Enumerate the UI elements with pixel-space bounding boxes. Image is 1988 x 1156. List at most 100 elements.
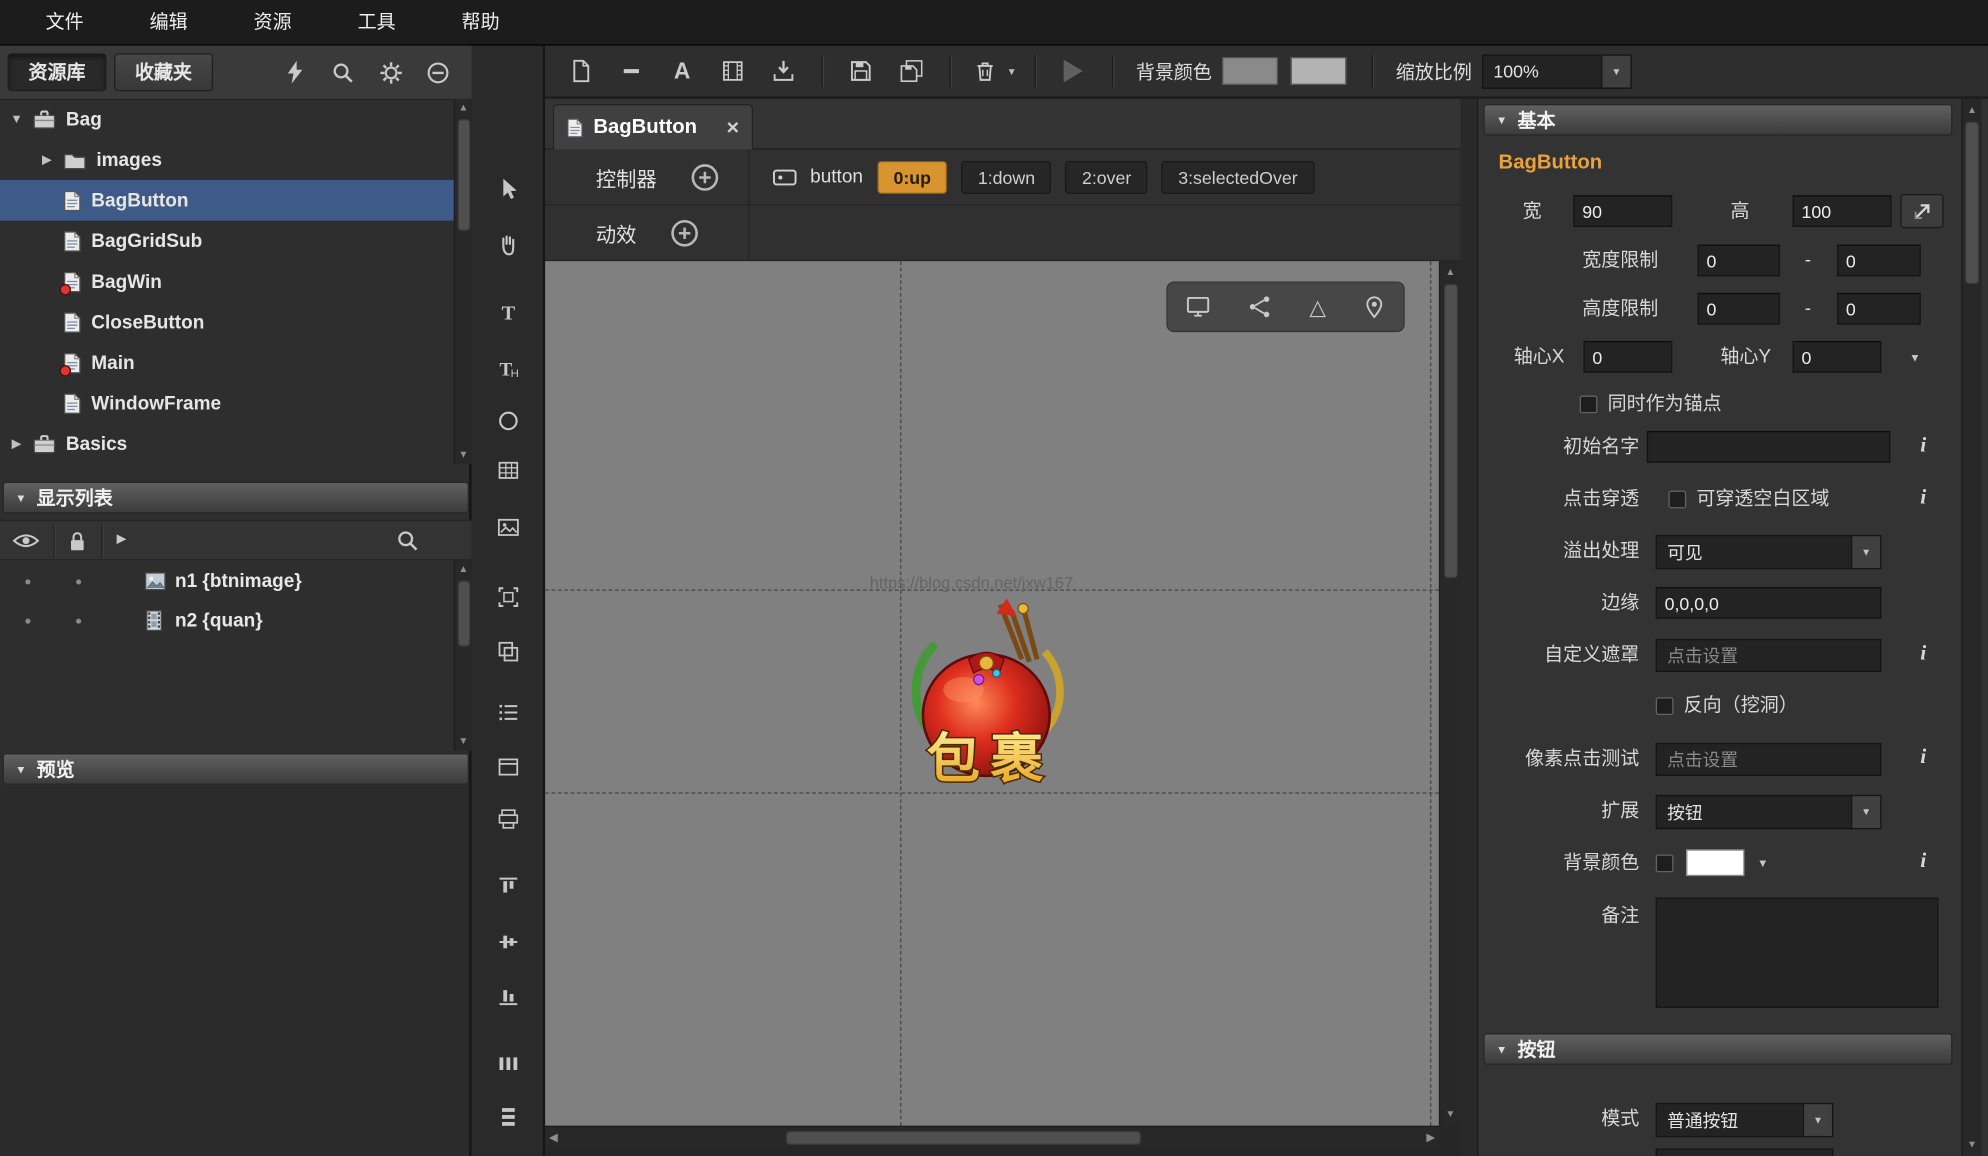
tab-favorites[interactable]: 收藏夹 bbox=[114, 53, 213, 91]
tree-item-bag[interactable]: ▼ Bag bbox=[0, 99, 454, 140]
display-list-header[interactable]: ▼ 显示列表 bbox=[3, 482, 470, 514]
save-all-icon[interactable] bbox=[886, 49, 937, 92]
height-input[interactable] bbox=[1793, 195, 1892, 227]
search-icon[interactable] bbox=[396, 529, 420, 553]
anchor-checkbox[interactable] bbox=[1580, 396, 1598, 414]
tree-item-basics[interactable]: ▶ Basics bbox=[0, 423, 454, 464]
tree-item-bagwin[interactable]: BagWin bbox=[0, 261, 454, 302]
align-bottom-icon[interactable] bbox=[484, 972, 532, 1020]
lock-dot[interactable] bbox=[76, 579, 81, 584]
scrollbar-thumb[interactable] bbox=[458, 119, 471, 231]
scroll-down-arrow[interactable]: ▼ bbox=[1963, 1136, 1982, 1154]
pixel-hit-button[interactable]: 点击设置 bbox=[1656, 743, 1882, 776]
controller-name[interactable]: button bbox=[810, 166, 863, 188]
scroll-right-arrow[interactable]: ▶ bbox=[1426, 1131, 1435, 1145]
play-small-icon[interactable]: ▶ bbox=[117, 532, 127, 546]
scroll-left-arrow[interactable]: ◀ bbox=[549, 1131, 558, 1145]
menu-file[interactable]: 文件 bbox=[13, 0, 117, 45]
nodes-icon[interactable] bbox=[1248, 294, 1273, 319]
grid-tool-icon[interactable] bbox=[484, 446, 532, 494]
section-button-header[interactable]: ▼ 按钮 bbox=[1483, 1033, 1952, 1065]
text-icon[interactable]: A bbox=[657, 49, 708, 92]
scroll-up-arrow[interactable]: ▲ bbox=[1440, 264, 1460, 282]
hand-tool-icon[interactable] bbox=[484, 221, 532, 269]
distribute-vertical-icon[interactable] bbox=[484, 1093, 532, 1141]
width-limit-min-input[interactable] bbox=[1698, 245, 1780, 277]
overflow-select[interactable]: 可见 ▼ bbox=[1656, 535, 1882, 569]
gear-icon[interactable] bbox=[374, 56, 407, 89]
minus-circle-icon[interactable] bbox=[421, 56, 454, 89]
bag-sprite[interactable]: 包裹 bbox=[900, 596, 1081, 793]
pointer-tool-icon[interactable] bbox=[484, 165, 532, 213]
display-list-item-n2[interactable]: n2 {quan} bbox=[0, 601, 454, 640]
loader-tool-icon[interactable] bbox=[484, 573, 532, 621]
eye-icon[interactable] bbox=[13, 531, 40, 550]
margin-input[interactable] bbox=[1656, 587, 1882, 619]
tree-item-bagbutton[interactable]: BagButton bbox=[0, 180, 454, 221]
menu-resource[interactable]: 资源 bbox=[221, 0, 325, 45]
lock-icon[interactable] bbox=[68, 530, 86, 552]
mode-select[interactable]: 普通按钮 ▼ bbox=[1656, 1103, 1833, 1137]
movieclip-icon[interactable] bbox=[707, 49, 758, 92]
state-over[interactable]: 2:over bbox=[1066, 160, 1148, 193]
scroll-down-arrow[interactable]: ▼ bbox=[455, 733, 471, 751]
text-tool-icon[interactable]: T bbox=[484, 289, 532, 337]
component-name-link[interactable]: BagButton bbox=[1499, 152, 1603, 175]
menu-help[interactable]: 帮助 bbox=[429, 0, 533, 45]
tree-item-windowframe[interactable]: WindowFrame bbox=[0, 383, 454, 424]
initial-name-input[interactable] bbox=[1647, 431, 1890, 463]
scrollbar-thumb[interactable] bbox=[786, 1131, 1141, 1145]
menu-tools[interactable]: 工具 bbox=[325, 0, 429, 45]
canvas[interactable]: △ https://blog.csdn.net/jxw167 bbox=[545, 261, 1439, 1126]
display-list-item-n1[interactable]: n1 {btnimage} bbox=[0, 562, 454, 601]
section-basic-header[interactable]: ▼ 基本 bbox=[1483, 104, 1952, 136]
display-icon[interactable] bbox=[1186, 295, 1211, 318]
list-tool-icon[interactable] bbox=[484, 688, 532, 736]
canvas-color-swatch[interactable] bbox=[1222, 57, 1278, 85]
align-top-icon[interactable] bbox=[484, 862, 532, 910]
chevron-right-icon[interactable]: ▶ bbox=[38, 153, 56, 167]
import-icon[interactable] bbox=[758, 49, 809, 92]
menu-edit[interactable]: 编辑 bbox=[117, 0, 221, 45]
tab-bagbutton[interactable]: BagButton × bbox=[553, 104, 753, 150]
delete-dropdown-arrow[interactable]: ▼ bbox=[1007, 65, 1017, 76]
new-component-icon[interactable] bbox=[555, 49, 606, 92]
add-transition-button[interactable] bbox=[669, 217, 699, 247]
scroll-up-arrow[interactable]: ▲ bbox=[455, 560, 471, 578]
tree-item-closebutton[interactable]: CloseButton bbox=[0, 302, 454, 343]
resize-link-button[interactable] bbox=[1900, 194, 1943, 228]
pivot-x-input[interactable] bbox=[1583, 341, 1672, 373]
bg-color-swatch[interactable] bbox=[1686, 849, 1744, 876]
click-through-checkbox[interactable] bbox=[1668, 491, 1686, 509]
remark-textarea[interactable] bbox=[1656, 898, 1939, 1008]
chevron-right-icon[interactable]: ▶ bbox=[8, 437, 26, 451]
scroll-down-arrow[interactable]: ▼ bbox=[455, 446, 471, 464]
state-selectedover[interactable]: 3:selectedOver bbox=[1162, 160, 1314, 193]
info-icon[interactable]: i bbox=[1913, 744, 1933, 772]
scroll-up-arrow[interactable]: ▲ bbox=[1963, 101, 1982, 119]
align-middle-icon[interactable] bbox=[484, 918, 532, 966]
info-icon[interactable]: i bbox=[1913, 848, 1933, 876]
preview-header[interactable]: ▼ 预览 bbox=[3, 753, 470, 785]
zoom-select[interactable]: 100% ▼ bbox=[1482, 54, 1632, 88]
delete-icon[interactable] bbox=[964, 49, 1007, 92]
tree-item-main[interactable]: Main bbox=[0, 342, 454, 383]
tree-item-baggridsub[interactable]: BagGridSub bbox=[0, 221, 454, 262]
scroll-up-arrow[interactable]: ▲ bbox=[455, 99, 471, 117]
info-icon[interactable]: i bbox=[1913, 432, 1933, 460]
secondary-color-swatch[interactable] bbox=[1291, 57, 1347, 85]
add-controller-button[interactable] bbox=[690, 162, 720, 192]
scrollbar-thumb[interactable] bbox=[1965, 122, 1979, 284]
pivot-y-input[interactable] bbox=[1793, 341, 1882, 373]
chevron-down-icon[interactable]: ▼ bbox=[1909, 351, 1920, 364]
distribute-horizontal-icon[interactable] bbox=[484, 1040, 532, 1088]
height-limit-max-input[interactable] bbox=[1837, 293, 1921, 325]
input-text-tool-icon[interactable]: TH bbox=[484, 345, 532, 393]
invert-checkbox[interactable] bbox=[1656, 697, 1674, 715]
visibility-dot[interactable] bbox=[25, 618, 30, 623]
scrollbar-thumb[interactable] bbox=[458, 581, 471, 647]
close-icon[interactable]: × bbox=[727, 117, 740, 137]
chevron-down-icon[interactable]: ▼ bbox=[8, 112, 26, 126]
custom-mask-button[interactable]: 点击设置 bbox=[1656, 639, 1882, 672]
info-icon[interactable]: i bbox=[1913, 484, 1933, 512]
